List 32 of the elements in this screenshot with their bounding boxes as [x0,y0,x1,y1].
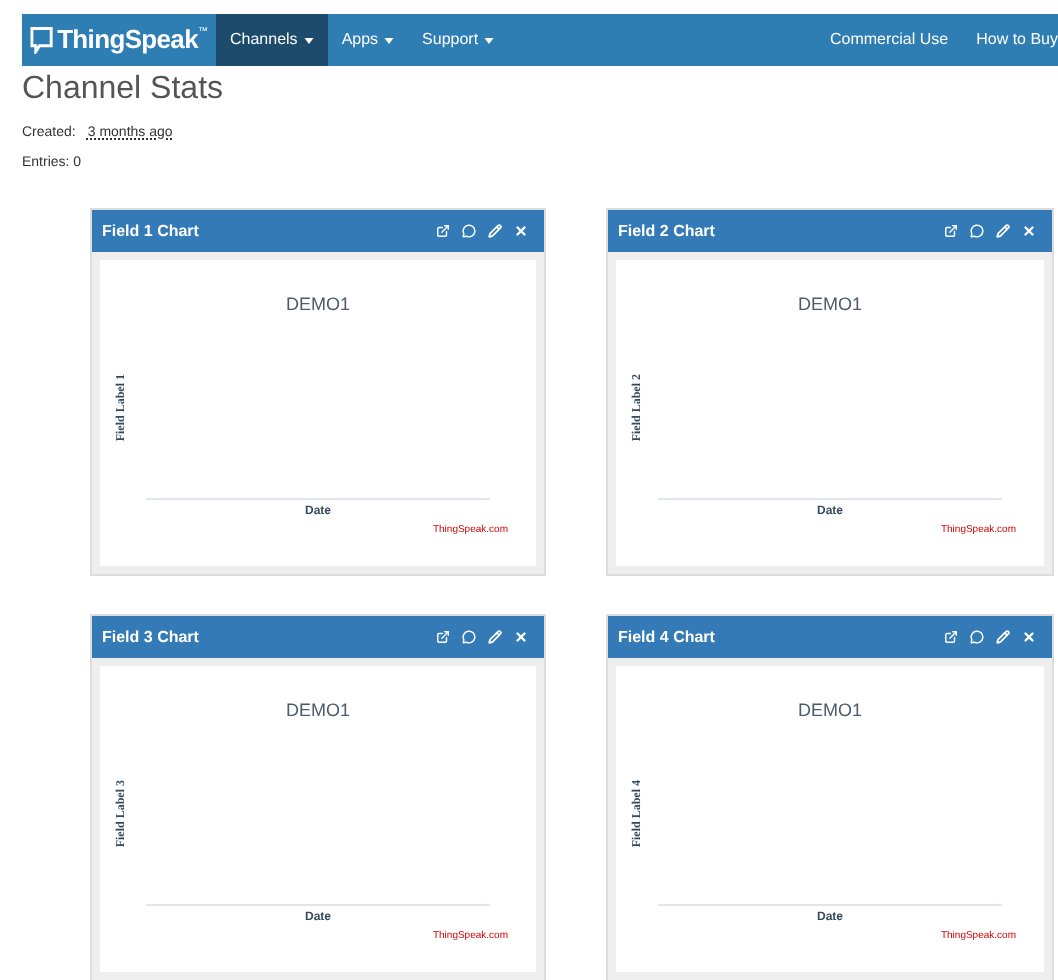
nav-link[interactable]: Commercial Use [829,28,949,52]
panel-title: Field 3 Chart [102,625,199,649]
comment-icon[interactable] [462,630,476,644]
pencil-icon[interactable] [488,224,502,238]
chart-title: DEMO1 [797,698,862,724]
external-link-icon[interactable] [436,224,450,238]
close-icon[interactable] [514,630,528,644]
chart-title: DEMO1 [285,698,350,724]
close-icon[interactable] [514,224,528,238]
speech-bubble-icon [30,26,54,54]
close-icon[interactable] [1022,630,1036,644]
external-link-icon[interactable] [944,224,958,238]
panel-title: Field 1 Chart [102,219,199,243]
nav-link[interactable]: Channels [216,14,328,66]
chart-title: DEMO1 [285,292,350,318]
panel-title: Field 4 Chart [618,625,715,649]
nav-link[interactable]: Apps [327,14,409,66]
chart-title: DEMO1 [797,292,862,318]
nav-link[interactable]: Support [408,14,509,66]
brand-logo[interactable]: ThingSpeak [57,20,198,60]
close-icon[interactable] [1022,224,1036,238]
external-link-icon[interactable] [944,630,958,644]
pencil-icon[interactable] [996,630,1010,644]
page-title: Channel Stats [22,74,226,106]
pencil-icon[interactable] [996,224,1010,238]
comment-icon[interactable] [970,630,984,644]
pencil-icon[interactable] [488,630,502,644]
external-link-icon[interactable] [436,630,450,644]
panel-title: Field 2 Chart [618,219,715,243]
nav-link[interactable]: How to Buy [976,28,1058,52]
comment-icon[interactable] [970,224,984,238]
comment-icon[interactable] [462,224,476,238]
